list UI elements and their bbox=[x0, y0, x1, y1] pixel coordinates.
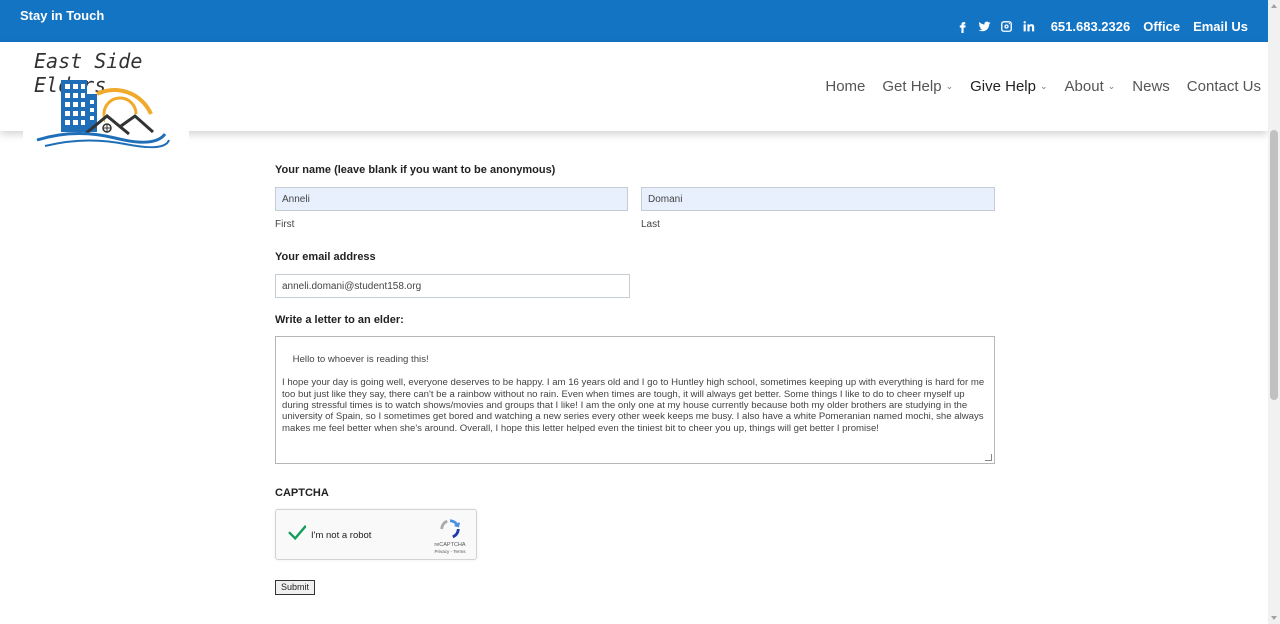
letter-textarea[interactable]: Hello to whoever is reading this! I hope… bbox=[275, 336, 995, 464]
facebook-icon[interactable] bbox=[955, 18, 971, 34]
nav-item-get-help[interactable]: Get Help ⌄ bbox=[882, 78, 953, 95]
email-us-link[interactable]: Email Us bbox=[1193, 19, 1248, 34]
page-scrollbar[interactable] bbox=[1268, 0, 1280, 624]
main-nav: Home Get Help ⌄ Give Help ⌄ About ⌄ News… bbox=[808, 78, 1261, 95]
nav-item-home[interactable]: Home bbox=[825, 78, 865, 95]
nav-item-contact-us[interactable]: Contact Us bbox=[1187, 78, 1261, 95]
captcha-label: CAPTCHA bbox=[275, 487, 329, 499]
instagram-icon[interactable] bbox=[999, 18, 1015, 34]
chevron-down-icon: ⌄ bbox=[1107, 81, 1116, 91]
name-label: Your name (leave blank if you want to be… bbox=[275, 164, 556, 176]
scroll-up-icon[interactable] bbox=[1271, 4, 1277, 8]
stay-in-touch-label: Stay in Touch bbox=[20, 8, 105, 23]
nav-label: News bbox=[1132, 78, 1170, 95]
nav-label: Contact Us bbox=[1186, 78, 1261, 95]
recaptcha-terms[interactable]: Privacy - Terms bbox=[426, 549, 474, 554]
top-bar-right: 651.683.2326 Office Email Us bbox=[949, 18, 1248, 34]
logo-graphic bbox=[36, 80, 170, 149]
email-field[interactable]: anneli.domani@student158.org bbox=[275, 274, 630, 298]
nav-item-news[interactable]: News bbox=[1132, 78, 1170, 95]
not-a-robot-label: I'm not a robot bbox=[311, 530, 372, 541]
letter-label: Write a letter to an elder: bbox=[275, 314, 404, 326]
top-bar: Stay in Touch 651.683.2326 Office Email … bbox=[0, 0, 1268, 42]
resize-handle-icon[interactable] bbox=[985, 454, 992, 461]
recaptcha-logo-icon bbox=[440, 519, 461, 539]
nav-label: Give Help bbox=[970, 78, 1036, 95]
nav-item-give-help[interactable]: Give Help ⌄ bbox=[970, 78, 1047, 95]
scroll-down-icon[interactable] bbox=[1271, 616, 1277, 620]
site-logo[interactable]: East Side Elders bbox=[23, 42, 189, 154]
email-label: Your email address bbox=[275, 251, 376, 263]
nav-label: Get Help bbox=[882, 78, 942, 95]
twitter-icon[interactable] bbox=[977, 18, 993, 34]
submit-button[interactable]: Submit bbox=[275, 580, 316, 595]
last-sublabel: Last bbox=[641, 219, 660, 230]
office-link[interactable]: Office bbox=[1143, 19, 1180, 34]
social-links bbox=[949, 18, 1037, 34]
checkmark-icon[interactable] bbox=[288, 524, 306, 542]
recaptcha-widget: I'm not a robot reCAPTCHA Privacy - Term… bbox=[275, 509, 477, 560]
last-name-input[interactable]: Domani bbox=[641, 187, 995, 211]
linkedin-icon[interactable] bbox=[1021, 18, 1037, 34]
phone-link[interactable]: 651.683.2326 bbox=[1051, 19, 1131, 34]
letter-text: Hello to whoever is reading this! I hope… bbox=[282, 354, 985, 434]
chevron-down-icon: ⌄ bbox=[1039, 81, 1048, 91]
scrollbar-thumb[interactable] bbox=[1270, 130, 1278, 400]
nav-label: Home bbox=[825, 78, 866, 95]
first-name-input[interactable]: Anneli bbox=[275, 187, 628, 211]
nav-label: About bbox=[1064, 78, 1104, 95]
chevron-down-icon: ⌄ bbox=[945, 81, 954, 91]
first-sublabel: First bbox=[275, 219, 295, 230]
recaptcha-brand: reCAPTCHA bbox=[434, 542, 466, 548]
nav-item-about[interactable]: About ⌄ bbox=[1065, 78, 1116, 95]
